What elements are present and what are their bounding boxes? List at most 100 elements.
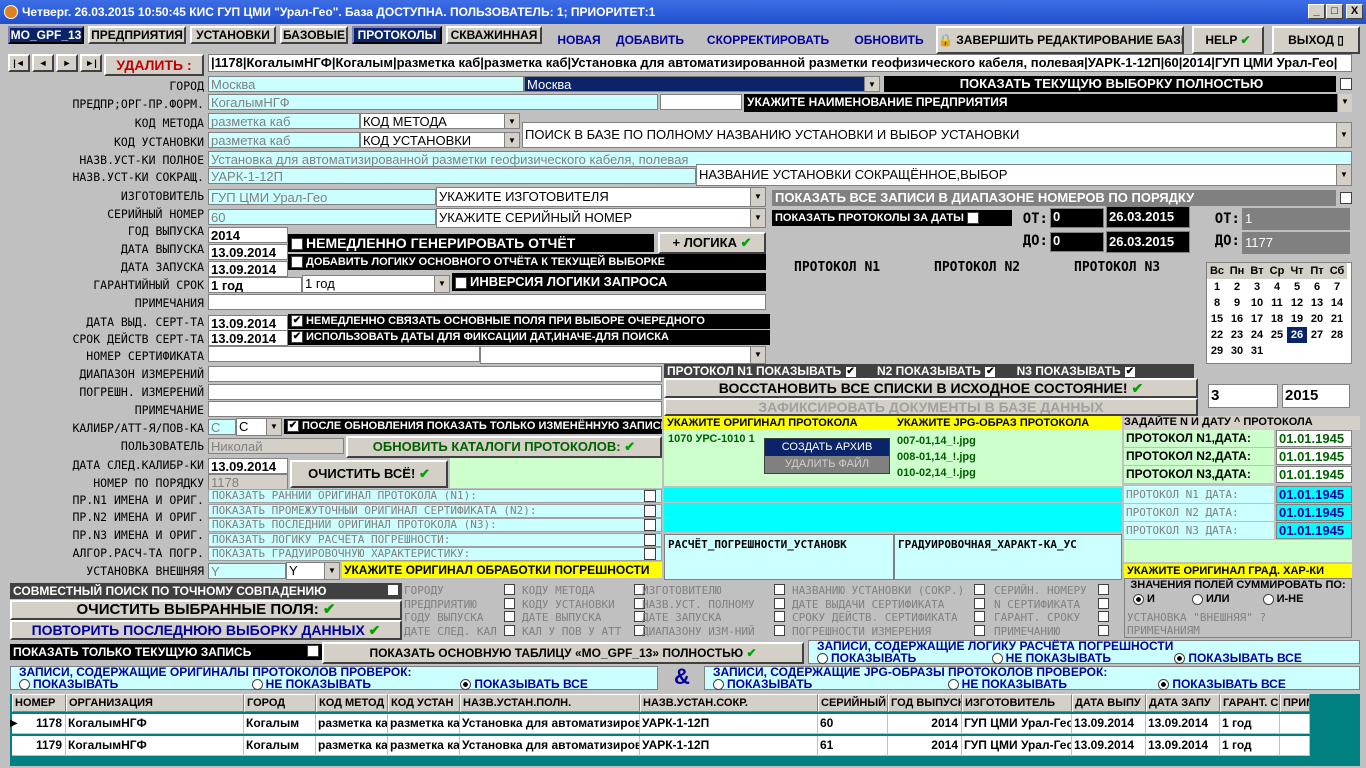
calendar-day[interactable]: 5: [1287, 279, 1307, 295]
city-combo[interactable]: Москва ▼: [524, 76, 880, 92]
method-field[interactable]: разметка каб: [208, 113, 360, 129]
calendar-day[interactable]: [1327, 343, 1347, 359]
protocol-date-field[interactable]: 01.01.1945: [1276, 486, 1352, 503]
filter-checkbox[interactable]: [974, 584, 985, 595]
column-header[interactable]: НАЗВ.УСТАН.ПОЛН.: [460, 694, 640, 712]
calendar-day[interactable]: 9: [1227, 295, 1247, 311]
chevron-down-icon[interactable]: ▼: [504, 133, 519, 147]
error-field[interactable]: [208, 384, 662, 400]
calendar-day[interactable]: 18: [1267, 311, 1287, 327]
only-current-toggle[interactable]: ПОКАЗАТЬ ТОЛЬКО ТЕКУЩУЮ ЗАПИСЬ: [10, 644, 322, 660]
filter-option[interactable]: ГАРАНТ. СРОКУ: [994, 611, 1112, 624]
chevron-down-icon[interactable]: ▼: [324, 563, 339, 579]
show-original-checkbox[interactable]: [644, 548, 656, 560]
method-combo[interactable]: КОД МЕТОДА ▼: [360, 113, 520, 129]
logic-button[interactable]: + ЛОГИКА ✔: [658, 232, 766, 254]
jpg-list-item[interactable]: 008-01,14_!.jpg: [897, 449, 1119, 465]
calendar-day[interactable]: 17: [1247, 311, 1267, 327]
calendar-day[interactable]: 22: [1207, 327, 1227, 343]
grad-box[interactable]: ГРАДУИРОВОЧНАЯ_ХАРАКТ-КА_УС: [894, 534, 1122, 580]
jpg-slot-3[interactable]: [894, 518, 1122, 532]
calendar-day[interactable]: 11: [1267, 295, 1287, 311]
chevron-down-icon[interactable]: ▼: [1336, 165, 1351, 185]
column-header[interactable]: ОРГАНИЗАЦИЯ: [66, 694, 244, 712]
jpg-show-radio[interactable]: [713, 679, 724, 691]
filter-option[interactable]: КАЛ У ПОВ У АТТ: [522, 624, 648, 638]
calendar-day[interactable]: 8: [1207, 295, 1227, 311]
warranty-field[interactable]: 1 год: [208, 277, 302, 293]
chevron-down-icon[interactable]: ▼: [266, 419, 281, 435]
filter-checkbox[interactable]: [504, 611, 515, 622]
city-field[interactable]: Москва: [208, 76, 524, 92]
exact-search-toggle[interactable]: СОВМЕСТНЫЙ ПОИСК ПО ТОЧНОМУ СОВПАДЕНИЮ: [10, 583, 402, 599]
protocol-date-field[interactable]: 01.01.1945: [1276, 448, 1352, 465]
serial-field[interactable]: 60: [208, 209, 436, 225]
logic-show-radio[interactable]: [817, 653, 828, 665]
filter-option[interactable]: ГОРОДУ: [404, 584, 518, 597]
calendar-day[interactable]: 1: [1207, 279, 1227, 295]
tab-mo-gpf-13[interactable]: MO_GPF_13: [8, 26, 84, 44]
column-header[interactable]: ИЗГОТОВИТЕЛЬ: [962, 694, 1072, 712]
calendar-day[interactable]: 26: [1287, 327, 1307, 343]
name-short-field[interactable]: УАРК-1-12П: [208, 168, 696, 184]
orig-noshow-radio[interactable]: [251, 679, 263, 691]
help-button[interactable]: HELP ✔: [1192, 26, 1264, 54]
to-number-spinner[interactable]: 0: [1050, 232, 1104, 252]
calendar-day[interactable]: 16: [1227, 311, 1247, 327]
column-header[interactable]: ГОРОД: [244, 694, 316, 712]
warranty-combo[interactable]: 1 год ▼: [302, 275, 450, 293]
gen-report-toggle[interactable]: НЕМЕДЛЕННО ГЕНЕРИРОВАТЬ ОТЧЁТ: [288, 234, 654, 252]
sum-or-radio[interactable]: [1191, 593, 1203, 605]
show-current-button[interactable]: ПОКАЗАТЬ ТЕКУЩУЮ ВЫБОРКУ ПОЛНОСТЬЮ: [884, 76, 1336, 92]
column-header[interactable]: СЕРИЙНЫЙ: [818, 694, 888, 712]
add-logic-toggle[interactable]: ДОБАВИТЬ ЛОГИКУ ОСНОВНОГО ОТЧЁТА К ТЕКУЩ…: [288, 254, 766, 270]
last-record-button[interactable]: ►|: [80, 54, 102, 72]
only-current-checkbox[interactable]: [307, 645, 319, 657]
data-grid[interactable]: НОМЕР ОРГАНИЗАЦИЯ ГОРОД КОД МЕТОД КОД УСТАН Н…: [10, 694, 1360, 766]
show-current-checkbox[interactable]: [1340, 78, 1352, 90]
show-dates-toggle[interactable]: ПОКАЗАТЬ ПРОТОКОЛЫ ЗА ДАТЫ: [772, 210, 1012, 226]
jpg-noshow-radio[interactable]: [947, 679, 959, 691]
calendar-day[interactable]: 14: [1327, 295, 1347, 311]
after-update-checkbox[interactable]: ✔: [287, 420, 299, 433]
calendar-day[interactable]: 24: [1247, 327, 1267, 343]
calendar-day[interactable]: 15: [1207, 311, 1227, 327]
range-field[interactable]: [208, 366, 662, 382]
error-original-hint[interactable]: УКАЖИТЕ ОРИГИНАЛ ОБРАБОТКИ ПОГРЕШНОСТИ: [342, 562, 662, 578]
show-range-checkbox[interactable]: [1340, 192, 1352, 204]
orig-slot-2[interactable]: [664, 503, 894, 517]
chevron-down-icon[interactable]: ▼: [434, 276, 449, 292]
invert-toggle[interactable]: ИНВЕРСИЯ ЛОГИКИ ЗАПРОСА: [452, 273, 766, 291]
filter-option[interactable]: КОДУ УСТАНОВКИ: [522, 597, 648, 611]
filter-option[interactable]: ПРЕДПРИЯТИЮ: [404, 597, 518, 611]
external-field[interactable]: Y: [208, 563, 286, 579]
jpg-list[interactable]: 007-01,14_!.jpg 008-01,14_!.jpg 010-02,1…: [894, 430, 1122, 486]
jpg-list-item[interactable]: 007-01,14_!.jpg: [897, 433, 1119, 449]
column-header[interactable]: ПРИМ: [1280, 694, 1310, 712]
table-row[interactable]: 1179 КогалымНГФ Когалым разметка ка разметка…: [10, 736, 1360, 756]
grad-list[interactable]: [1124, 540, 1352, 562]
install-combo[interactable]: КОД УСТАНОВКИ ▼: [360, 132, 520, 148]
name-short-combo[interactable]: НАЗВАНИЕ УСТАНОВКИ СОКРАЩЁННОЕ,ВЫБОР ▼: [696, 164, 1352, 186]
link-fields-toggle[interactable]: ✔ НЕМЕДЛЕННО СВЯЗАТЬ ОСНОВНЫЕ ПОЛЯ ПРИ ВЫ…: [288, 314, 770, 329]
chevron-down-icon[interactable]: ▼: [864, 77, 879, 91]
show-original-item[interactable]: ПОКАЗАТЬ ПОСЛЕДНИЙ ОРИГИНАЛ ПРОТОКОЛА (N…: [208, 518, 662, 532]
chevron-down-icon[interactable]: ▼: [750, 347, 765, 363]
update-catalogs-button[interactable]: ОБНОВИТЬ КАТАЛОГИ ПРОТОКОЛОВ: ✔: [346, 436, 662, 458]
chevron-down-icon[interactable]: ▼: [750, 188, 765, 206]
new-button[interactable]: НОВАЯ: [552, 33, 606, 47]
chevron-down-icon[interactable]: ▼: [1337, 94, 1352, 112]
column-header[interactable]: НАЗВ.УСТАН.СОКР.: [640, 694, 818, 712]
remark-field[interactable]: [208, 401, 662, 417]
calendar-day[interactable]: 13: [1307, 295, 1327, 311]
orig-all-radio[interactable]: [460, 679, 472, 691]
org-form-field[interactable]: [660, 94, 742, 110]
calendar-day[interactable]: 29: [1207, 343, 1227, 359]
filter-checkbox[interactable]: [1098, 597, 1109, 609]
filter-checkbox[interactable]: [1098, 584, 1109, 595]
protocol-date-field[interactable]: 01.01.1945: [1276, 504, 1352, 521]
protocol-date-field[interactable]: 01.01.1945: [1276, 522, 1352, 539]
column-header[interactable]: КОД МЕТОД: [316, 694, 388, 712]
show-original-checkbox[interactable]: [644, 504, 656, 517]
calendar[interactable]: Вс Пн Вт Ср Чт Пт Сб 1 2 3 4 5 6 7 8 9 10 11 12 13 14 15 16 17 1…: [1206, 262, 1352, 364]
